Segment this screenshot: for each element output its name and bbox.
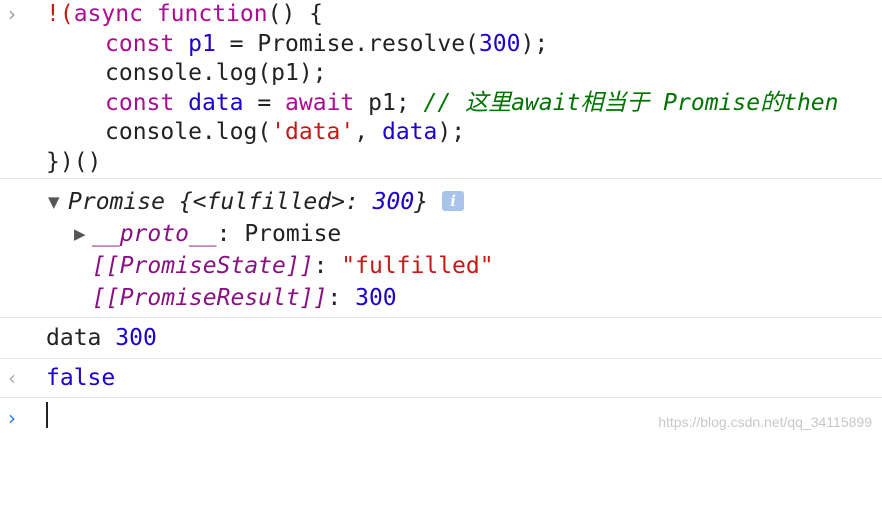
promise-state-row: [[PromiseState]]: "fulfilled" [92,253,494,279]
text-cursor [46,402,48,428]
token-p1: p1 [188,30,216,57]
token-log-p1: console.log(p1); [105,60,327,86]
return-value-entry: ‹ false [0,359,882,398]
token-p1-ref: p1; [354,89,410,116]
log-output-entry: data 300 [0,318,882,359]
promise-summary-value: 300 [372,189,415,215]
collapsed-triangle-icon[interactable]: ▶ [74,218,86,250]
promise-close-brace: } [414,189,429,215]
log-label: data [46,325,102,351]
active-prompt-chevron-icon: › [8,406,16,430]
promise-state-value: "fulfilled" [341,253,494,279]
code-line-4: const data = await p1; // 这里await相当于 Pro… [0,89,882,119]
promise-result-label: [[PromiseResult]] [92,285,328,311]
token-eq: = [243,89,286,116]
promise-result-row: [[PromiseResult]]: 300 [92,285,397,311]
return-row: ‹ false [0,359,882,397]
token-const: const [105,30,175,57]
token-const-2: const [105,89,175,116]
code-line-2: const p1 = Promise.resolve(300); [0,30,882,60]
token-paren: () { [267,1,323,27]
log-value: 300 [115,325,157,351]
info-icon[interactable]: i [442,190,465,211]
code-line-3: console.log(p1); [0,59,882,89]
token-async: async [73,1,143,27]
token-close-iife: })() [46,148,102,175]
log-row: data 300 [0,318,882,358]
proto-row[interactable]: ▶ __proto__: Promise [0,218,882,250]
token-function: function [156,1,268,27]
console-input-entry[interactable]: › !(async function() { const p1 = Promis… [0,0,882,179]
proto-key: __proto__ [92,221,217,247]
token-comma: , [354,119,382,145]
return-value: false [46,365,116,391]
token-end: ); [520,30,549,57]
input-chevron-icon: › [8,2,16,26]
promise-state-key: <fulfilled> [192,189,345,215]
code-line-6: })() [0,148,882,178]
token-resolve: = Promise.resolve( [215,30,479,57]
token-300: 300 [478,30,521,57]
token-bang: !( [46,1,74,27]
code-line-5: console.log('data', data); [0,118,882,148]
promise-open-brace: { [164,189,193,215]
promise-state-label: [[PromiseState]] [92,253,314,279]
promise-result-value: 300 [355,285,397,311]
watermark-text: https://blog.csdn.net/qq_34115899 [658,414,872,430]
token-data-string: 'data' [271,119,355,145]
promise-summary-row[interactable]: ▼ Promise {<fulfilled>: 300} i [0,186,882,218]
code-comment: // 这里await相当于 Promise的then [423,89,839,116]
expanded-triangle-icon[interactable]: ▼ [48,186,60,218]
result-arrow-icon: ‹ [8,366,16,390]
token-await: await [285,89,355,116]
token-end-2: ); [437,119,466,145]
token-data: data [188,89,244,116]
proto-value: Promise [244,221,342,247]
token-log: console.log( [105,119,272,145]
token-data-arg: data [381,119,438,145]
promise-output-entry: ▼ Promise {<fulfilled>: 300} i ▶ __proto_… [0,179,882,318]
promise-type: Promise [68,189,165,215]
promise-colon: : [344,189,373,215]
code-line-1: › !(async function() { [0,0,882,30]
